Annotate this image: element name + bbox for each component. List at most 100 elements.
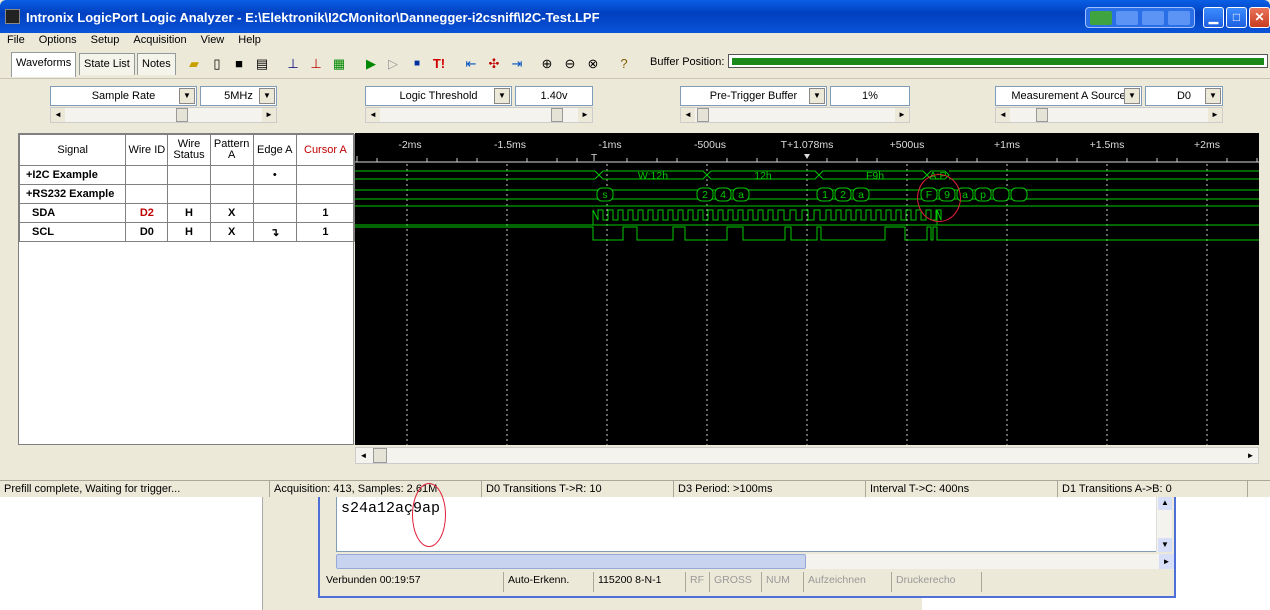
col-wire-status[interactable]: Wire Status xyxy=(167,134,211,166)
bus-expand-icon[interactable]: ⊥ xyxy=(284,55,302,73)
measurement-value-select[interactable]: D0 ▼ xyxy=(1145,86,1223,106)
waveform-horizontal-scrollbar[interactable]: ◄ ► xyxy=(355,447,1259,464)
zoom-in-icon[interactable]: ⊕ xyxy=(538,55,556,73)
bus-collapse-icon[interactable]: ⊥ xyxy=(307,55,325,73)
signal-name[interactable]: +RS232 Example xyxy=(18,184,127,204)
signal-name[interactable]: SCL xyxy=(18,222,127,242)
scroll-thumb[interactable] xyxy=(336,554,806,569)
chevron-down-icon[interactable]: ▼ xyxy=(494,88,510,104)
maximize-button[interactable]: □ xyxy=(1226,7,1247,28)
scroll-down-arrow-icon[interactable]: ▼ xyxy=(1158,538,1172,552)
terminal-output[interactable]: s24a12aç9ap xyxy=(336,496,1158,552)
zoom-out-icon[interactable]: ⊖ xyxy=(561,55,579,73)
sample-rate-value-select[interactable]: 5MHz ▼ xyxy=(200,86,277,106)
run-icon[interactable]: ▶ xyxy=(362,55,380,73)
signal-name[interactable]: SDA xyxy=(18,203,127,223)
zoom-fit-icon[interactable]: ⊗ xyxy=(584,55,602,73)
title-bar[interactable]: Intronix LogicPort Logic Analyzer - E:\E… xyxy=(0,0,1270,33)
cursor-a: 1 xyxy=(295,222,356,242)
chevron-down-icon[interactable]: ▼ xyxy=(179,88,195,104)
tab-waveforms[interactable]: Waveforms xyxy=(11,52,77,77)
move-icon[interactable] xyxy=(1142,11,1164,25)
col-cursor-a[interactable]: Cursor A xyxy=(295,134,356,166)
logic-threshold-select[interactable]: Logic Threshold ▼ xyxy=(365,86,512,106)
rs232-char: 1 xyxy=(822,189,828,201)
menu-setup[interactable]: Setup xyxy=(84,33,127,49)
pattern-a[interactable]: X xyxy=(209,203,254,223)
table-row[interactable]: SDA D2 H X 1 xyxy=(18,203,356,223)
col-wire-id[interactable]: Wire ID xyxy=(125,134,169,166)
pretrigger-select[interactable]: Pre-Trigger Buffer ▼ xyxy=(680,86,827,106)
pretrigger-value[interactable]: 1% xyxy=(830,86,910,106)
col-pattern-a[interactable]: Pattern A xyxy=(209,134,254,166)
logic-threshold-value[interactable]: 1.40v xyxy=(515,86,593,106)
table-row[interactable]: SCL D0 H X ↴ 1 xyxy=(18,222,356,242)
chevron-down-icon[interactable]: ▼ xyxy=(259,88,275,104)
scroll-left-arrow-icon[interactable]: ◄ xyxy=(356,448,371,463)
scroll-right-arrow-icon[interactable]: ► xyxy=(1159,554,1174,569)
rs232-char: a xyxy=(858,189,864,201)
terminal-horizontal-scrollbar[interactable]: ► xyxy=(336,554,1174,569)
edge-a[interactable]: ↴ xyxy=(252,222,297,242)
table-row[interactable]: +I2C Example • xyxy=(18,165,356,185)
table-row[interactable]: +RS232 Example xyxy=(18,184,356,204)
edge-a[interactable] xyxy=(252,203,297,223)
pattern-a[interactable]: X xyxy=(209,222,254,242)
menu-help[interactable]: Help xyxy=(231,33,268,49)
trigger-now-icon[interactable]: T! xyxy=(430,55,448,73)
single-run-icon[interactable]: ▷ xyxy=(384,55,402,73)
chevron-down-icon[interactable]: ▼ xyxy=(1124,88,1140,104)
sample-rate-slider[interactable]: ◄ ► xyxy=(50,107,277,123)
screen-icon[interactable] xyxy=(1168,11,1190,25)
goto-end-icon[interactable]: ⇥ xyxy=(508,55,526,73)
measurement-source-select[interactable]: Measurement A Source ▼ xyxy=(995,86,1142,106)
nvidia-icon[interactable] xyxy=(1090,11,1112,25)
signal-name[interactable]: +I2C Example xyxy=(18,165,127,185)
col-signal[interactable]: Signal xyxy=(18,134,127,166)
tab-notes[interactable]: Notes xyxy=(137,53,176,75)
col-edge-a[interactable]: Edge A xyxy=(252,134,297,166)
term-status-record: Aufzeichnen xyxy=(804,572,892,592)
menu-acquisition[interactable]: Acquisition xyxy=(126,33,193,49)
terminal-vertical-scrollbar[interactable]: ▲ ▼ xyxy=(1156,496,1172,552)
menu-file[interactable]: File xyxy=(0,33,32,49)
tab-state-list[interactable]: State List xyxy=(79,53,135,75)
help-icon[interactable]: ? xyxy=(615,55,633,73)
stop-icon[interactable]: ■ xyxy=(408,55,426,73)
save-icon[interactable]: ■ xyxy=(230,55,248,73)
pretrigger-slider[interactable]: ◄ ► xyxy=(680,107,910,123)
i2c-label: F9h xyxy=(866,170,884,182)
wire-id xyxy=(125,184,169,204)
close-button[interactable]: ✕ xyxy=(1249,7,1270,28)
chevron-down-icon[interactable]: ▼ xyxy=(1205,88,1221,104)
menu-view[interactable]: View xyxy=(194,33,232,49)
edge-a[interactable]: • xyxy=(252,165,297,185)
print-icon[interactable]: ▤ xyxy=(253,55,271,73)
wire-status xyxy=(167,165,211,185)
pattern-a[interactable] xyxy=(209,184,254,204)
scroll-right-arrow-icon[interactable]: ► xyxy=(1243,448,1258,463)
scroll-up-arrow-icon[interactable]: ▲ xyxy=(1158,496,1172,510)
goto-start-icon[interactable]: ⇤ xyxy=(462,55,480,73)
grid-icon[interactable]: ▦ xyxy=(330,55,348,73)
minimize-button[interactable]: ▁ xyxy=(1203,7,1224,28)
edge-a[interactable] xyxy=(252,184,297,204)
goto-trigger-icon[interactable]: ✣ xyxy=(485,55,503,73)
chevron-down-icon[interactable]: ▼ xyxy=(809,88,825,104)
open-folder-icon[interactable]: ▰ xyxy=(185,55,203,73)
new-file-icon[interactable]: ▯ xyxy=(208,55,226,73)
scroll-thumb[interactable] xyxy=(373,448,387,463)
logic-threshold-slider[interactable]: ◄ ► xyxy=(365,107,593,123)
buffer-position-bar[interactable] xyxy=(728,54,1268,68)
pin-icon[interactable] xyxy=(1116,11,1138,25)
logic-analyzer-window: Intronix LogicPort Logic Analyzer - E:\E… xyxy=(0,0,1270,497)
sample-rate-select[interactable]: Sample Rate ▼ xyxy=(50,86,197,106)
term-status-num: NUM xyxy=(762,572,804,592)
rs232-char: a xyxy=(962,189,968,201)
pattern-a[interactable] xyxy=(209,165,254,185)
rs232-char: p xyxy=(980,189,986,201)
waveform-area[interactable]: -2ms -1.5ms -1ms -500us T+1.078ms +500us… xyxy=(355,133,1259,445)
status-d1-transitions: D1 Transitions A->B: 0 xyxy=(1058,481,1248,497)
menu-options[interactable]: Options xyxy=(32,33,84,49)
measurement-slider[interactable]: ◄ ► xyxy=(995,107,1223,123)
